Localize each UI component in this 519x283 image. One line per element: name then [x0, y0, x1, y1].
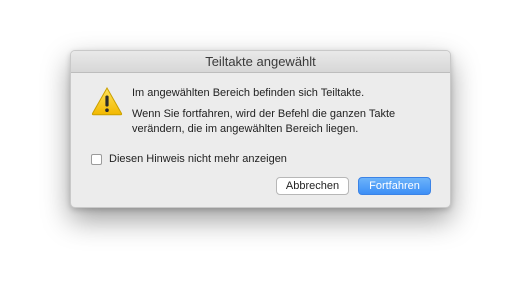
dont-show-again-row[interactable]: Diesen Hinweis nicht mehr anzeigen [91, 152, 287, 166]
continue-button[interactable]: Fortfahren [358, 177, 431, 195]
alert-dialog: Teiltakte angewählt Im angewählten Berei… [70, 50, 451, 208]
dialog-title: Teiltakte angewählt [71, 51, 450, 73]
dont-show-again-checkbox[interactable] [91, 153, 102, 165]
message-secondary: Wenn Sie fortfahren, wird der Befehl die… [132, 108, 396, 135]
warning-triangle-icon [91, 86, 123, 116]
dont-show-again-label[interactable]: Diesen Hinweis nicht mehr anzeigen [109, 153, 287, 165]
message-primary: Im angewählten Bereich befinden sich Tei… [132, 87, 365, 99]
cancel-button[interactable]: Abbrechen [276, 177, 349, 195]
screen: Teiltakte angewählt Im angewählten Berei… [0, 0, 519, 283]
